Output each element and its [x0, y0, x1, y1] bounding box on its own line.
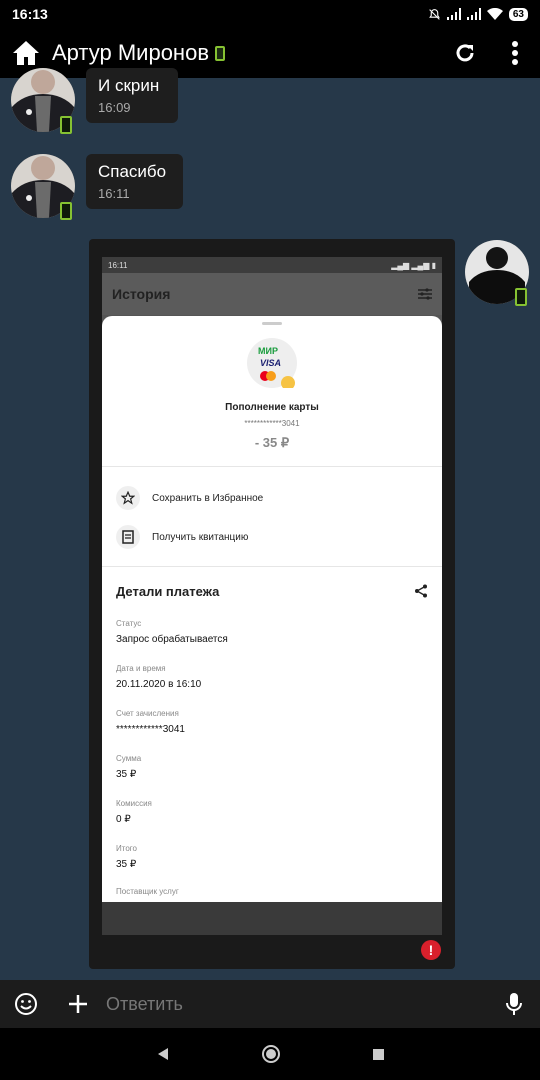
message-composer: Ответить — [0, 980, 540, 1028]
signal-icon — [446, 8, 461, 20]
detail-label: Комиссия — [116, 799, 152, 808]
more-vert-icon — [512, 41, 518, 65]
plus-icon — [69, 995, 87, 1013]
mobile-status-icon — [60, 116, 72, 134]
battery-icon: 63 — [508, 7, 528, 21]
screenshot-status-bar: 16:11 ▂▄▆ ▂▄▆ ▮ — [102, 257, 442, 273]
home-circle-icon[interactable] — [261, 1044, 281, 1064]
detail-label: Статус — [116, 619, 142, 628]
detail-value: 20.11.2020 в 16:10 — [116, 679, 202, 690]
star-icon — [121, 491, 135, 505]
emoji-icon — [15, 993, 37, 1015]
mobile-status-icon — [60, 202, 72, 220]
detail-label: Поставщик услуг — [116, 887, 179, 896]
mic-icon — [506, 993, 522, 1015]
operation-title: Пополнение карты — [225, 402, 319, 413]
message-time: 16:09 — [98, 100, 131, 115]
system-nav-bar — [0, 1028, 540, 1080]
detail-value: Запрос обрабатывается — [116, 634, 228, 645]
recents-icon[interactable] — [372, 1048, 385, 1061]
mir-logo-text: МИР — [258, 346, 278, 356]
divider — [102, 566, 442, 567]
emoji-button[interactable] — [0, 980, 52, 1028]
status-icons: 63 — [428, 7, 528, 21]
details-title: Детали платежа — [116, 584, 220, 599]
detail-value: 0 ₽ — [116, 814, 131, 825]
filter-icon — [418, 288, 432, 300]
home-icon — [13, 41, 39, 65]
detail-label: Сумма — [116, 754, 142, 763]
card-number: ************3041 — [244, 419, 300, 428]
voice-button[interactable] — [488, 980, 540, 1028]
error-badge-icon[interactable]: ! — [421, 940, 441, 960]
more-options-button[interactable] — [490, 28, 540, 78]
screenshot-bottom-bar — [102, 902, 442, 935]
detail-label: Счет зачисления — [116, 709, 179, 718]
detail-value: 35 ₽ — [116, 769, 137, 780]
divider — [102, 466, 442, 467]
attach-button[interactable] — [52, 980, 104, 1028]
payment-logo: МИР VISA — [247, 338, 297, 390]
detail-label: Дата и время — [116, 664, 166, 673]
contact-name: Артур Миронов — [52, 40, 210, 65]
message-bubble[interactable]: И скрин 16:09 — [86, 68, 178, 123]
sheet-grip — [262, 322, 282, 325]
screenshot-header-title: История — [112, 286, 171, 302]
refresh-icon — [456, 44, 474, 62]
wifi-icon — [486, 8, 503, 20]
chat-title[interactable]: Артур Миронов — [52, 40, 226, 66]
screenshot-status-icons: ▂▄▆ ▂▄▆ ▮ — [391, 260, 436, 270]
message-text: И скрин — [98, 76, 160, 95]
share-icon — [415, 584, 427, 598]
detail-value: ************3041 — [116, 724, 185, 735]
detail-value: 35 ₽ — [116, 859, 137, 870]
message-bubble[interactable]: Спасибо 16:11 — [86, 154, 183, 209]
detail-label: Итого — [116, 844, 137, 853]
action-label: Сохранить в Избранное — [152, 492, 264, 504]
mobile-status-icon — [215, 45, 226, 61]
screenshot-status-time: 16:11 — [108, 260, 128, 270]
message-time: 16:11 — [98, 186, 130, 201]
save-favorite-action: Сохранить в Избранное — [116, 486, 263, 510]
bell-off-icon — [429, 8, 440, 20]
app-bar: Артур Миронов — [0, 28, 540, 78]
receipt-icon — [122, 530, 134, 544]
signal-icon — [466, 8, 481, 20]
status-bar: 16:13 63 — [0, 0, 540, 28]
refresh-button[interactable] — [440, 28, 490, 78]
operation-amount: - 35 ₽ — [254, 435, 290, 450]
get-receipt-action: Получить квитанцию — [116, 525, 248, 549]
message-text: Спасибо — [98, 162, 167, 181]
reply-input[interactable]: Ответить — [104, 994, 488, 1015]
visa-logo-text: VISA — [260, 358, 281, 368]
screenshot-image: 16:11 ▂▄▆ ▂▄▆ ▮ История МИР VISA Пополне… — [102, 257, 442, 935]
back-icon[interactable] — [156, 1047, 170, 1061]
status-time: 16:13 — [12, 6, 48, 22]
mobile-status-icon — [515, 288, 527, 306]
action-label: Получить квитанцию — [152, 531, 249, 543]
screenshot-header: История — [102, 273, 442, 315]
payment-sheet: МИР VISA Пополнение карты ************30… — [102, 316, 442, 902]
